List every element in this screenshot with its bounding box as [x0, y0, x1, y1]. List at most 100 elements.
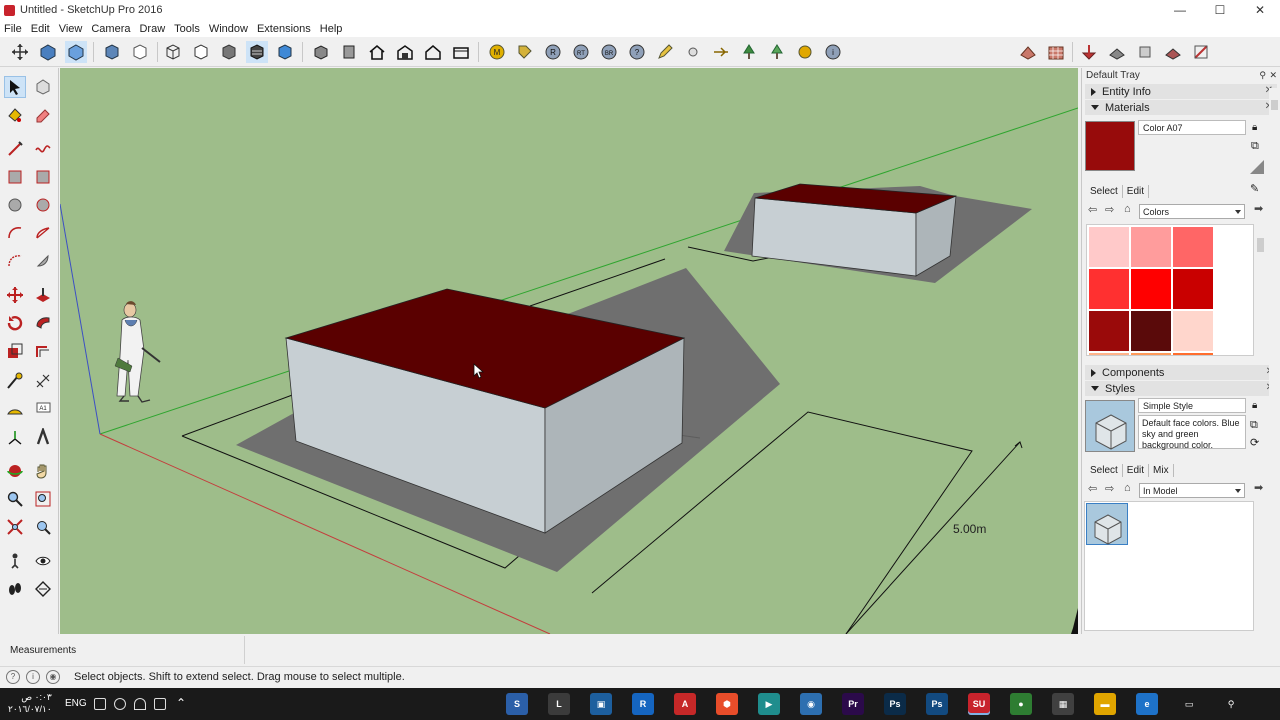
materials-scrollbar[interactable] — [1255, 224, 1266, 356]
swatch-2[interactable] — [1173, 227, 1213, 267]
xray-style-icon[interactable] — [101, 41, 123, 63]
two-point-arc-icon[interactable] — [32, 222, 54, 244]
rotate-tool-icon[interactable] — [4, 312, 26, 334]
lock-icon[interactable]: 🔒︎ — [1252, 122, 1257, 133]
back-arrow-icon[interactable]: ⇦ — [1088, 203, 1097, 216]
tab-edit[interactable]: Edit — [1123, 464, 1150, 477]
stamp-icon[interactable] — [1106, 41, 1128, 63]
extension-sun-icon[interactable] — [794, 41, 816, 63]
orbit-tool-icon[interactable] — [9, 41, 31, 63]
home-view-icon[interactable] — [366, 41, 388, 63]
extension-tag-icon[interactable] — [514, 41, 536, 63]
rectangle-tool-icon[interactable] — [4, 166, 26, 188]
front-view-icon[interactable] — [338, 41, 360, 63]
menu-view[interactable]: View — [59, 23, 83, 35]
back-view-icon[interactable] — [422, 41, 444, 63]
menu-edit[interactable]: Edit — [31, 23, 50, 35]
tray-pin-icon[interactable]: ⚲ — [1259, 70, 1266, 81]
taskbar-photoshop-icon[interactable]: Ps — [884, 693, 906, 715]
eyedropper-icon[interactable]: ✎ — [1250, 182, 1259, 195]
taskbar-premiere-icon[interactable]: Pr — [842, 693, 864, 715]
style-library-select[interactable]: In Model — [1139, 483, 1245, 498]
move-tool-icon[interactable] — [4, 284, 26, 306]
taskbar-file-explorer-icon[interactable]: ▬ — [1094, 693, 1116, 715]
show-hidden-icons-icon[interactable]: ⌃ — [176, 696, 186, 710]
taskbar-edge-icon[interactable]: e — [1136, 693, 1158, 715]
tab-select[interactable]: Select — [1086, 185, 1123, 198]
menu-camera[interactable]: Camera — [91, 23, 130, 35]
push-pull-icon[interactable] — [32, 284, 54, 306]
lock-icon[interactable]: 🔒︎ — [1252, 400, 1257, 411]
3d-text-icon[interactable] — [32, 426, 54, 448]
scale-tool-icon[interactable] — [4, 340, 26, 362]
walk-icon[interactable] — [4, 578, 26, 600]
swatch-10[interactable] — [1131, 353, 1171, 355]
dimension-tool-icon[interactable] — [32, 370, 54, 392]
extension-info-icon[interactable]: i — [822, 41, 844, 63]
menu-window[interactable]: Window — [209, 23, 248, 35]
taskbar-chrome-icon[interactable]: ● — [1010, 693, 1032, 715]
extension-rt-icon[interactable]: RT — [570, 41, 592, 63]
taskbar-task-view-icon[interactable]: ▭ — [1178, 693, 1200, 715]
arc-tool-icon[interactable] — [4, 222, 26, 244]
add-detail-icon[interactable] — [1162, 41, 1184, 63]
taskbar-photoshop-2-icon[interactable]: Ps — [926, 693, 948, 715]
extension-m-icon[interactable]: M — [486, 41, 508, 63]
style-description[interactable]: Default face colors. Blue sky and green … — [1138, 415, 1246, 450]
polygon-tool-icon[interactable] — [32, 194, 54, 216]
taskbar-app-teal-icon[interactable]: ▶ — [758, 693, 780, 715]
swatch-3[interactable] — [1089, 269, 1129, 309]
extension-sphere-icon[interactable] — [682, 41, 704, 63]
tab-edit[interactable]: Edit — [1123, 185, 1150, 198]
style-thumbnail[interactable] — [1085, 400, 1135, 452]
home-icon[interactable]: ⌂ — [1124, 203, 1131, 215]
swatch-5[interactable] — [1173, 269, 1213, 309]
taskbar-revit-icon[interactable]: R — [632, 693, 654, 715]
flip-edge-icon[interactable] — [1190, 41, 1212, 63]
taskbar-sketchup-s-icon[interactable]: S — [506, 693, 528, 715]
taskbar-style-builder-icon[interactable]: ▣ — [590, 693, 612, 715]
swatch-9[interactable] — [1089, 353, 1129, 355]
shaded-textures-icon[interactable] — [246, 41, 268, 63]
materials-header[interactable]: Materials ✕ — [1085, 100, 1277, 115]
styles-header[interactable]: Styles ✕ — [1085, 381, 1278, 396]
minimize-button[interactable]: — — [1160, 0, 1200, 20]
swatch-11[interactable] — [1173, 353, 1213, 355]
tray-scrollbar[interactable] — [1269, 88, 1280, 634]
top-view-icon[interactable] — [65, 41, 87, 63]
create-material-icon[interactable]: ⧉ — [1251, 140, 1259, 153]
make-component-icon[interactable] — [32, 76, 54, 98]
swatch-7[interactable] — [1131, 311, 1171, 351]
material-library-select[interactable]: Colors — [1139, 204, 1245, 219]
wifi-icon[interactable] — [134, 698, 146, 710]
right-view-icon[interactable] — [394, 41, 416, 63]
geo-location-icon[interactable]: ? — [6, 669, 20, 684]
details-arrow-icon[interactable]: ➡ — [1254, 202, 1263, 215]
sample-paint-icon[interactable] — [1250, 160, 1264, 174]
close-button[interactable]: ✕ — [1240, 0, 1280, 20]
material-name-field[interactable]: Color A07 — [1138, 120, 1246, 135]
three-point-arc-icon[interactable] — [4, 250, 26, 272]
credits-icon[interactable]: i — [26, 669, 40, 684]
taskbar-store-icon[interactable]: ▦ — [1052, 693, 1074, 715]
extension-br-icon[interactable]: BR — [598, 41, 620, 63]
sandbox-grid-icon[interactable] — [1045, 41, 1067, 63]
forward-arrow-icon[interactable]: ⇨ — [1105, 203, 1114, 216]
drape-icon[interactable] — [1134, 41, 1156, 63]
taskbar-layout-icon[interactable]: L — [548, 693, 570, 715]
follow-me-icon[interactable] — [32, 312, 54, 334]
position-camera-icon[interactable] — [4, 550, 26, 572]
taskbar-app-globe-icon[interactable]: ◉ — [800, 693, 822, 715]
look-around-icon[interactable] — [32, 550, 54, 572]
extension-pencil-icon[interactable] — [654, 41, 676, 63]
monochrome-icon[interactable] — [274, 41, 296, 63]
iso-view-2-icon[interactable] — [310, 41, 332, 63]
volume-icon[interactable] — [114, 698, 126, 710]
create-style-icon[interactable]: ⧉ — [1250, 419, 1258, 432]
home-icon[interactable]: ⌂ — [1124, 482, 1131, 494]
protractor-icon[interactable] — [4, 398, 26, 420]
extension-tree-2-icon[interactable] — [766, 41, 788, 63]
taskbar-search-icon[interactable]: ⚲ — [1220, 693, 1242, 715]
menu-help[interactable]: Help — [320, 23, 343, 35]
axes-tool-icon[interactable] — [4, 426, 26, 448]
